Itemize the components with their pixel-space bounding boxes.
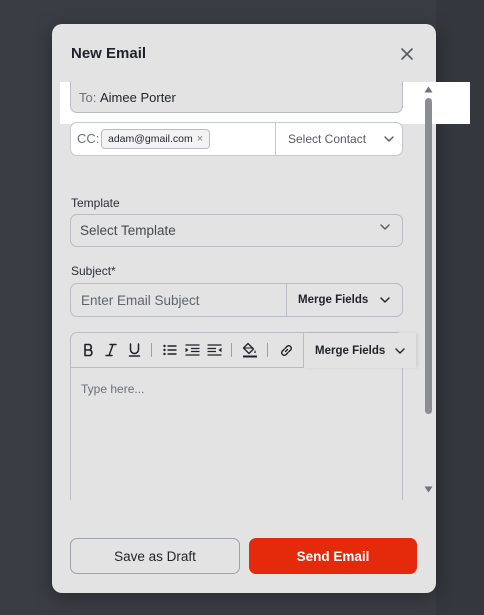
cc-label: CC:	[77, 131, 100, 146]
subject-label: Subject*	[71, 264, 116, 278]
chevron-down-icon	[395, 347, 406, 354]
chevron-down-icon	[384, 136, 394, 142]
cc-field[interactable]: CC: adam@gmail.com × Select Contact	[70, 122, 403, 156]
template-select-value: Select Template	[80, 223, 176, 238]
save-draft-button[interactable]: Save as Draft	[70, 538, 240, 574]
to-value: Aimee Porter	[100, 90, 176, 105]
new-email-modal: New Email To: Aimee Porter CC: adam@gmai…	[52, 24, 470, 593]
merge-fields-label: Merge Fields	[298, 294, 369, 306]
chevron-down-icon	[380, 297, 391, 303]
template-select[interactable]: Select Template	[70, 214, 403, 247]
subject-row: Merge Fields	[70, 283, 403, 317]
italic-icon[interactable]	[102, 341, 120, 359]
bold-icon[interactable]	[79, 341, 97, 359]
link-icon[interactable]	[277, 341, 295, 359]
to-field[interactable]: To: Aimee Porter	[70, 81, 403, 113]
send-email-button[interactable]: Send Email	[249, 538, 417, 574]
select-contact-dropdown[interactable]: Select Contact	[275, 123, 403, 155]
close-icon	[401, 48, 413, 60]
template-label: Template	[71, 196, 120, 210]
select-contact-label: Select Contact	[288, 132, 367, 146]
modal-scrollbar[interactable]	[422, 86, 434, 498]
scroll-up-icon[interactable]	[424, 86, 433, 93]
merge-fields-label: Merge Fields	[315, 344, 386, 357]
outdent-icon[interactable]	[205, 341, 223, 359]
chevron-down-icon	[380, 224, 390, 230]
close-button[interactable]	[396, 43, 418, 65]
to-label: To:	[79, 90, 97, 105]
chip-remove-icon[interactable]: ×	[197, 133, 203, 145]
scroll-thumb[interactable]	[425, 98, 432, 414]
subject-input[interactable]	[71, 284, 286, 316]
cc-chip: adam@gmail.com ×	[101, 129, 211, 149]
bullet-list-icon[interactable]	[161, 341, 179, 359]
rich-text-editor: Merge Fields Type here...	[70, 332, 416, 500]
toolbar-divider	[267, 343, 268, 357]
cc-chip-label: adam@gmail.com	[108, 133, 193, 145]
underline-icon[interactable]	[125, 341, 143, 359]
toolbar-divider	[231, 343, 232, 357]
fill-color-icon[interactable]	[241, 341, 259, 359]
scroll-down-icon[interactable]	[424, 486, 433, 493]
toolbar-divider	[151, 343, 152, 357]
email-form: To: Aimee Porter CC: adam@gmail.com × Se…	[52, 80, 436, 500]
editor-merge-fields-button[interactable]: Merge Fields	[303, 333, 416, 368]
indent-icon[interactable]	[183, 341, 201, 359]
subject-merge-fields-button[interactable]: Merge Fields	[286, 284, 403, 316]
editor-toolbar: Merge Fields	[71, 333, 416, 368]
editor-placeholder[interactable]: Type here...	[81, 382, 144, 396]
modal-title: New Email	[71, 45, 147, 62]
